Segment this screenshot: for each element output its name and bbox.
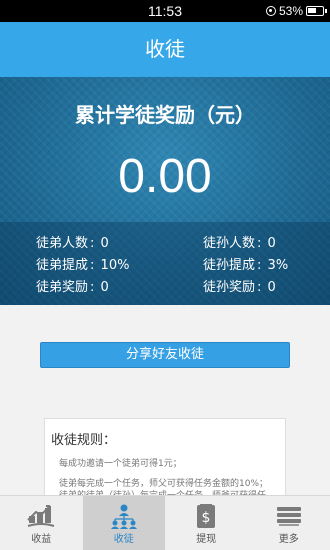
rules-title: 收徒规则： <box>51 433 117 448</box>
stat-grand-apprentice-commission: 徒孙提成: 3% <box>203 258 289 273</box>
more-icon <box>276 507 301 526</box>
stat-apprentice-reward: 徒弟奖励: 0 <box>36 280 109 295</box>
battery-icon <box>306 6 327 16</box>
stat-apprentice-commission: 徒弟提成: 10% <box>36 258 130 273</box>
page-title: 收徒 <box>145 37 185 61</box>
svg-text:$: $ <box>202 510 211 526</box>
apprentice-icon <box>110 504 137 529</box>
tab-label: 收徒 <box>113 534 134 545</box>
tab-withdraw[interactable]: $ 提现 <box>165 496 248 550</box>
withdraw-icon: $ <box>197 504 216 528</box>
battery-percent: 53% <box>278 4 303 18</box>
stat-apprentice-count: 徒弟人数: 0 <box>36 236 109 251</box>
reward-summary-panel: 累计学徒奖励（元） 0.00 徒弟人数: 0 徒孙人数: 0 徒弟提成: 10%… <box>0 77 330 305</box>
content-area: 分享好友收徒 收徒规则： 每成功邀请一个徒弟可得1元； 徒弟每完成一个任务，师父… <box>0 305 330 500</box>
rules-line: 每成功邀请一个徒弟可得1元； <box>59 459 182 469</box>
location-icon <box>265 6 276 16</box>
status-bar: 11:53 53% <box>0 0 330 22</box>
reward-amount: 0.00 <box>118 150 212 203</box>
rules-card: 收徒规则： 每成功邀请一个徒弟可得1元； 徒弟每完成一个任务，师父可获得任务金额… <box>44 418 286 500</box>
tab-label: 提现 <box>196 534 217 545</box>
stat-grand-apprentice-count: 徒孙人数: 0 <box>203 236 276 251</box>
tab-label: 收益 <box>31 534 52 545</box>
tab-earnings[interactable]: 收益 <box>0 496 83 550</box>
tab-apprentice[interactable]: 收徒 <box>82 496 165 550</box>
stat-grand-apprentice-reward: 徒孙奖励: 0 <box>203 280 276 295</box>
tab-label: 更多 <box>278 534 299 545</box>
reward-title: 累计学徒奖励（元） <box>75 103 255 127</box>
share-invite-button[interactable]: 分享好友收徒 <box>40 342 290 368</box>
status-indicators: 53% <box>265 4 327 18</box>
title-bar: 收徒 <box>0 22 330 77</box>
stats-panel: 徒弟人数: 0 徒孙人数: 0 徒弟提成: 10% 徒孙提成: 3% 徒弟奖励:… <box>0 222 330 305</box>
earnings-icon <box>27 505 55 527</box>
tab-more[interactable]: 更多 <box>248 496 330 550</box>
bottom-tab-bar: 收益 收徒 $ 提现 更多 <box>0 495 330 550</box>
